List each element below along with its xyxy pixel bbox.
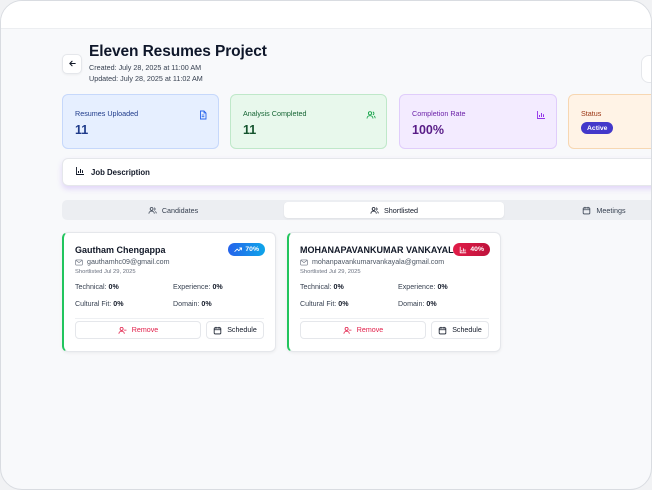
metric-value: 0% bbox=[426, 300, 437, 308]
metric-domain: Domain: 0% bbox=[173, 300, 212, 308]
arrow-left-icon bbox=[68, 55, 77, 73]
metric-cultural-fit: Cultural Fit: 0% bbox=[300, 300, 349, 308]
schedule-label: Schedule bbox=[227, 326, 257, 334]
top-bar bbox=[1, 1, 651, 29]
remove-button[interactable]: Remove bbox=[75, 321, 201, 339]
mail-icon bbox=[300, 259, 308, 266]
shortlisted-date: Shortlisted Jul 29, 2025 bbox=[300, 269, 361, 275]
schedule-button[interactable]: Schedule bbox=[431, 321, 489, 339]
stat-completion-rate: Completion Rate 100% bbox=[399, 94, 557, 149]
metric-experience: Experience: 0% bbox=[398, 283, 448, 291]
candidate-email: mohanpavankumarvankayala@gmail.com bbox=[300, 258, 444, 266]
metric-domain: Domain: 0% bbox=[398, 300, 437, 308]
tab-label: Candidates bbox=[161, 205, 199, 215]
stat-status: Status Active bbox=[568, 94, 651, 149]
trending-up-icon bbox=[234, 246, 243, 253]
user-minus-icon bbox=[343, 326, 352, 335]
metric-value: 0% bbox=[338, 300, 349, 308]
stat-label: Status bbox=[581, 109, 602, 118]
metric-label: Cultural Fit: bbox=[75, 300, 112, 308]
stat-label: Analysis Completed bbox=[243, 109, 307, 118]
tab-label: Shortlisted bbox=[384, 205, 418, 215]
divider bbox=[300, 318, 489, 319]
metric-experience: Experience: 0% bbox=[173, 283, 223, 291]
metric-cultural-fit: Cultural Fit: 0% bbox=[75, 300, 124, 308]
stat-resumes-uploaded: Resumes Uploaded 11 bbox=[62, 94, 219, 149]
users-icon bbox=[366, 107, 376, 119]
divider bbox=[75, 318, 264, 319]
candidate-card: Gautham Chengappa 70% gauthamhc09@gmail.… bbox=[62, 232, 276, 352]
metric-value: 0% bbox=[201, 300, 212, 308]
page-title: Eleven Resumes Project bbox=[89, 43, 267, 60]
edge-button[interactable] bbox=[641, 55, 651, 83]
calendar-icon bbox=[213, 326, 222, 335]
calendar-icon bbox=[582, 206, 591, 215]
candidate-card: MOHANAPAVANKUMAR VANKAYALA 40% mohanpava… bbox=[287, 232, 501, 352]
metric-value: 0% bbox=[437, 283, 448, 291]
bar-chart-icon bbox=[75, 163, 85, 181]
stat-label: Completion Rate bbox=[412, 109, 466, 118]
status-badge: Active bbox=[581, 122, 614, 134]
tab-label: Meetings bbox=[596, 205, 626, 215]
score-value: 40% bbox=[470, 246, 484, 253]
metric-label: Domain: bbox=[173, 300, 200, 308]
shortlisted-date: Shortlisted Jul 29, 2025 bbox=[75, 269, 136, 275]
app-window: Eleven Resumes Project Created: July 28,… bbox=[0, 0, 652, 490]
bar-chart-icon bbox=[536, 107, 546, 119]
metric-label: Cultural Fit: bbox=[300, 300, 337, 308]
metric-label: Technical: bbox=[300, 283, 332, 291]
metric-value: 0% bbox=[333, 283, 344, 291]
users-icon bbox=[370, 206, 379, 215]
tab-shortlisted[interactable]: Shortlisted bbox=[284, 202, 504, 218]
back-button[interactable] bbox=[62, 54, 82, 74]
metric-value: 0% bbox=[212, 283, 223, 291]
job-description-toggle[interactable]: Job Description bbox=[62, 158, 651, 186]
bar-chart-icon bbox=[459, 246, 467, 254]
stat-value: 100% bbox=[412, 123, 444, 137]
score-badge: 40% bbox=[453, 243, 490, 256]
metric-value: 0% bbox=[108, 283, 119, 291]
candidate-email: gauthamhc09@gmail.com bbox=[75, 258, 170, 266]
user-minus-icon bbox=[118, 326, 127, 335]
schedule-label: Schedule bbox=[452, 326, 482, 334]
users-icon bbox=[148, 206, 157, 215]
tab-bar: Candidates Shortlisted Meetings bbox=[62, 200, 651, 220]
remove-button[interactable]: Remove bbox=[300, 321, 426, 339]
stat-analysis-completed: Analysis Completed 11 bbox=[230, 94, 387, 149]
metric-label: Experience: bbox=[398, 283, 436, 291]
metric-label: Technical: bbox=[75, 283, 107, 291]
email-text[interactable]: mohanpavankumarvankayala@gmail.com bbox=[312, 258, 444, 266]
metric-value: 0% bbox=[113, 300, 124, 308]
stat-value: 11 bbox=[75, 123, 89, 137]
remove-label: Remove bbox=[356, 326, 384, 334]
metric-label: Domain: bbox=[398, 300, 425, 308]
calendar-icon bbox=[438, 326, 447, 335]
stat-label: Resumes Uploaded bbox=[75, 109, 139, 118]
score-badge: 70% bbox=[228, 243, 265, 256]
metric-technical: Technical: 0% bbox=[300, 283, 344, 291]
mail-icon bbox=[75, 259, 83, 266]
created-date: Created: July 28, 2025 at 11:00 AM bbox=[89, 63, 202, 72]
tab-candidates[interactable]: Candidates bbox=[62, 202, 284, 218]
tab-meetings[interactable]: Meetings bbox=[504, 202, 651, 218]
metric-technical: Technical: 0% bbox=[75, 283, 119, 291]
schedule-button[interactable]: Schedule bbox=[206, 321, 264, 339]
email-text[interactable]: gauthamhc09@gmail.com bbox=[87, 258, 170, 266]
candidate-name: Gautham Chengappa bbox=[75, 245, 166, 255]
document-icon bbox=[198, 107, 208, 120]
candidate-name: MOHANAPAVANKUMAR VANKAYALA bbox=[300, 245, 461, 255]
stat-value: 11 bbox=[243, 123, 257, 137]
updated-date: Updated: July 28, 2025 at 11:02 AM bbox=[89, 74, 203, 83]
score-value: 70% bbox=[245, 246, 259, 253]
remove-label: Remove bbox=[131, 326, 159, 334]
metric-label: Experience: bbox=[173, 283, 211, 291]
job-description-label: Job Description bbox=[91, 167, 150, 177]
